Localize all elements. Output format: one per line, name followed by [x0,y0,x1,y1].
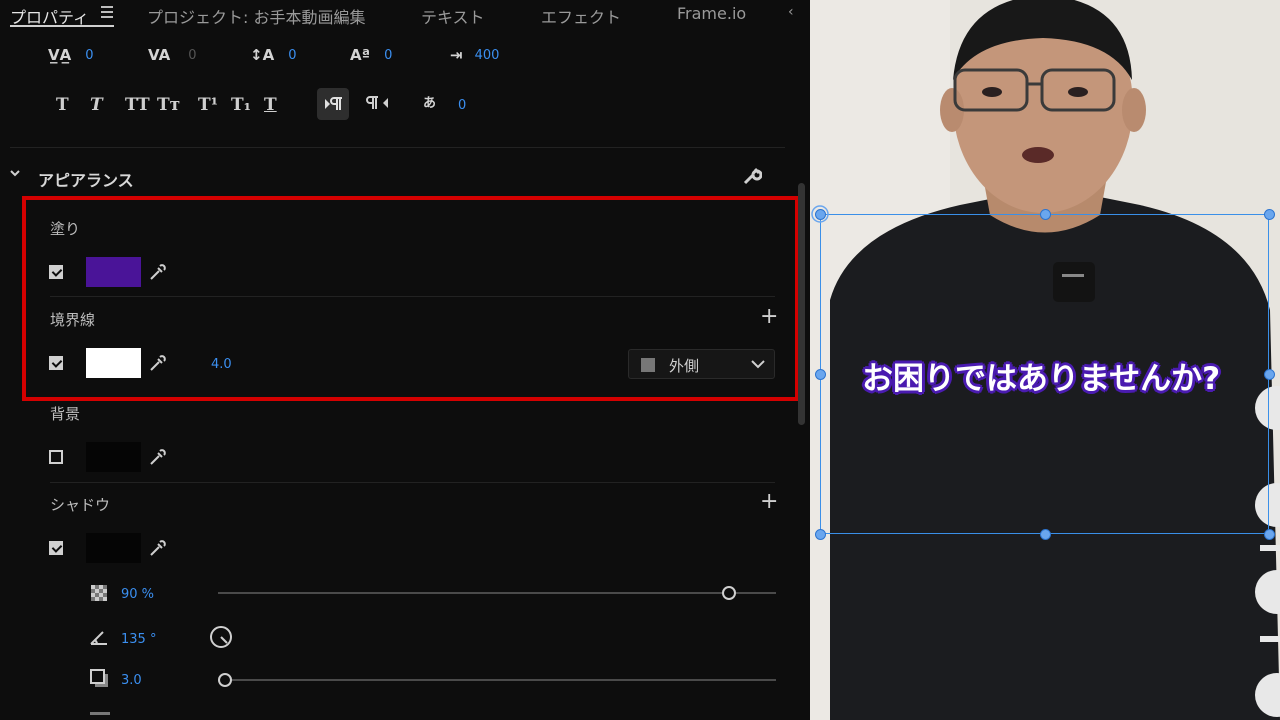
baseline-shift-value[interactable]: 0 [384,48,392,63]
tsume-control[interactable]: あ 0 [423,90,466,113]
small-caps-button[interactable]: Tт [157,95,180,115]
italic-button[interactable]: T [90,95,103,115]
background-color-swatch[interactable] [86,442,141,472]
shadow-label: シャドウ [50,496,111,514]
background-label: 背景 [50,405,81,423]
shadow-distance-slider-knob[interactable] [218,673,232,687]
tab-width-control[interactable]: ⇥ 400 [450,46,499,64]
shadow-opacity-value[interactable]: 90 % [121,587,154,602]
bbox-handle-right[interactable] [1264,369,1275,380]
bold-button[interactable]: T [56,95,69,115]
active-tab-underline [10,25,114,27]
shadow-checkbox[interactable] [49,541,63,555]
tab-frameio[interactable]: Frame.io [677,4,746,23]
collapse-chevron-icon[interactable] [10,168,20,178]
panel-menu-icon[interactable] [101,6,113,18]
shadow-angle-value[interactable]: 135 ° [121,632,156,647]
section-divider [10,147,785,148]
properties-panel: プロパティ プロジェクト: お手本動画編集 テキスト エフェクト Frame.i… [0,0,810,720]
tab-text[interactable]: テキスト [421,4,485,28]
next-control-icon [90,712,110,715]
background-eyedropper-icon[interactable] [148,447,168,467]
baseline-shift-icon: Aª [350,46,371,64]
bbox-handle-top[interactable] [1040,209,1051,220]
appearance-section-title[interactable]: アピアランス [38,167,134,191]
wrench-icon[interactable] [742,166,762,186]
shadow-opacity-slider-knob[interactable] [721,586,736,600]
ltr-direction-button[interactable] [317,88,349,120]
leading-icon: ↕A [250,46,275,64]
distance-icon [90,669,108,687]
kerning-icon: V̲A̲ [48,46,72,64]
leading-value[interactable]: 0 [288,48,296,63]
caption-text[interactable]: お困りではありませんか? [862,353,1220,398]
background-checkbox[interactable] [49,450,63,464]
tsume-icon: あ [423,96,437,111]
bbox-handle-left[interactable] [815,369,826,380]
tab-width-value[interactable]: 400 [475,48,500,63]
leading-control[interactable]: ↕A 0 [250,46,296,64]
add-shadow-button[interactable]: + [760,489,778,514]
bbox-handle-bottom-left[interactable] [815,529,826,540]
tab-effects[interactable]: エフェクト [541,4,621,28]
anchor-point-icon[interactable] [810,204,830,224]
underline-button[interactable]: T [264,95,277,115]
bbox-handle-bottom[interactable] [1040,529,1051,540]
ltr-paragraph-icon [325,97,342,110]
shadow-distance-value[interactable]: 3.0 [121,673,142,688]
panel-tabs: プロパティ プロジェクト: お手本動画編集 テキスト エフェクト Frame.i… [0,0,810,32]
highlight-box [22,196,799,401]
shadow-color-swatch[interactable] [86,533,141,563]
superscript-button[interactable]: T¹ [198,95,218,115]
tab-width-icon: ⇥ [450,46,463,64]
tracking-value[interactable]: 0 [188,48,196,63]
shadow-eyedropper-icon[interactable] [148,538,168,558]
tsume-value[interactable]: 0 [458,98,466,113]
bbox-handle-top-right[interactable] [1264,209,1275,220]
all-caps-button[interactable]: TT [125,95,150,115]
subscript-button[interactable]: T₁ [231,95,251,115]
tracking-icon: VA [148,46,171,64]
tracking-control[interactable]: VA 0 [148,46,196,64]
angle-dial[interactable] [208,624,234,650]
tabs-overflow-icon[interactable]: ‹ [788,4,794,20]
kerning-control[interactable]: V̲A̲ 0 [48,46,94,64]
shadow-opacity-slider-track[interactable] [218,592,776,594]
baseline-shift-control[interactable]: Aª 0 [350,46,392,64]
background-divider [50,482,775,483]
bbox-handle-bottom-right[interactable] [1264,529,1275,540]
opacity-icon [91,585,107,601]
rtl-paragraph-icon[interactable] [366,92,392,118]
kerning-value[interactable]: 0 [85,48,93,63]
shadow-distance-slider-track[interactable] [218,679,776,681]
panel-scrollbar[interactable] [798,183,805,425]
angle-icon [90,631,107,645]
tab-project[interactable]: プロジェクト: お手本動画編集 [147,4,365,28]
